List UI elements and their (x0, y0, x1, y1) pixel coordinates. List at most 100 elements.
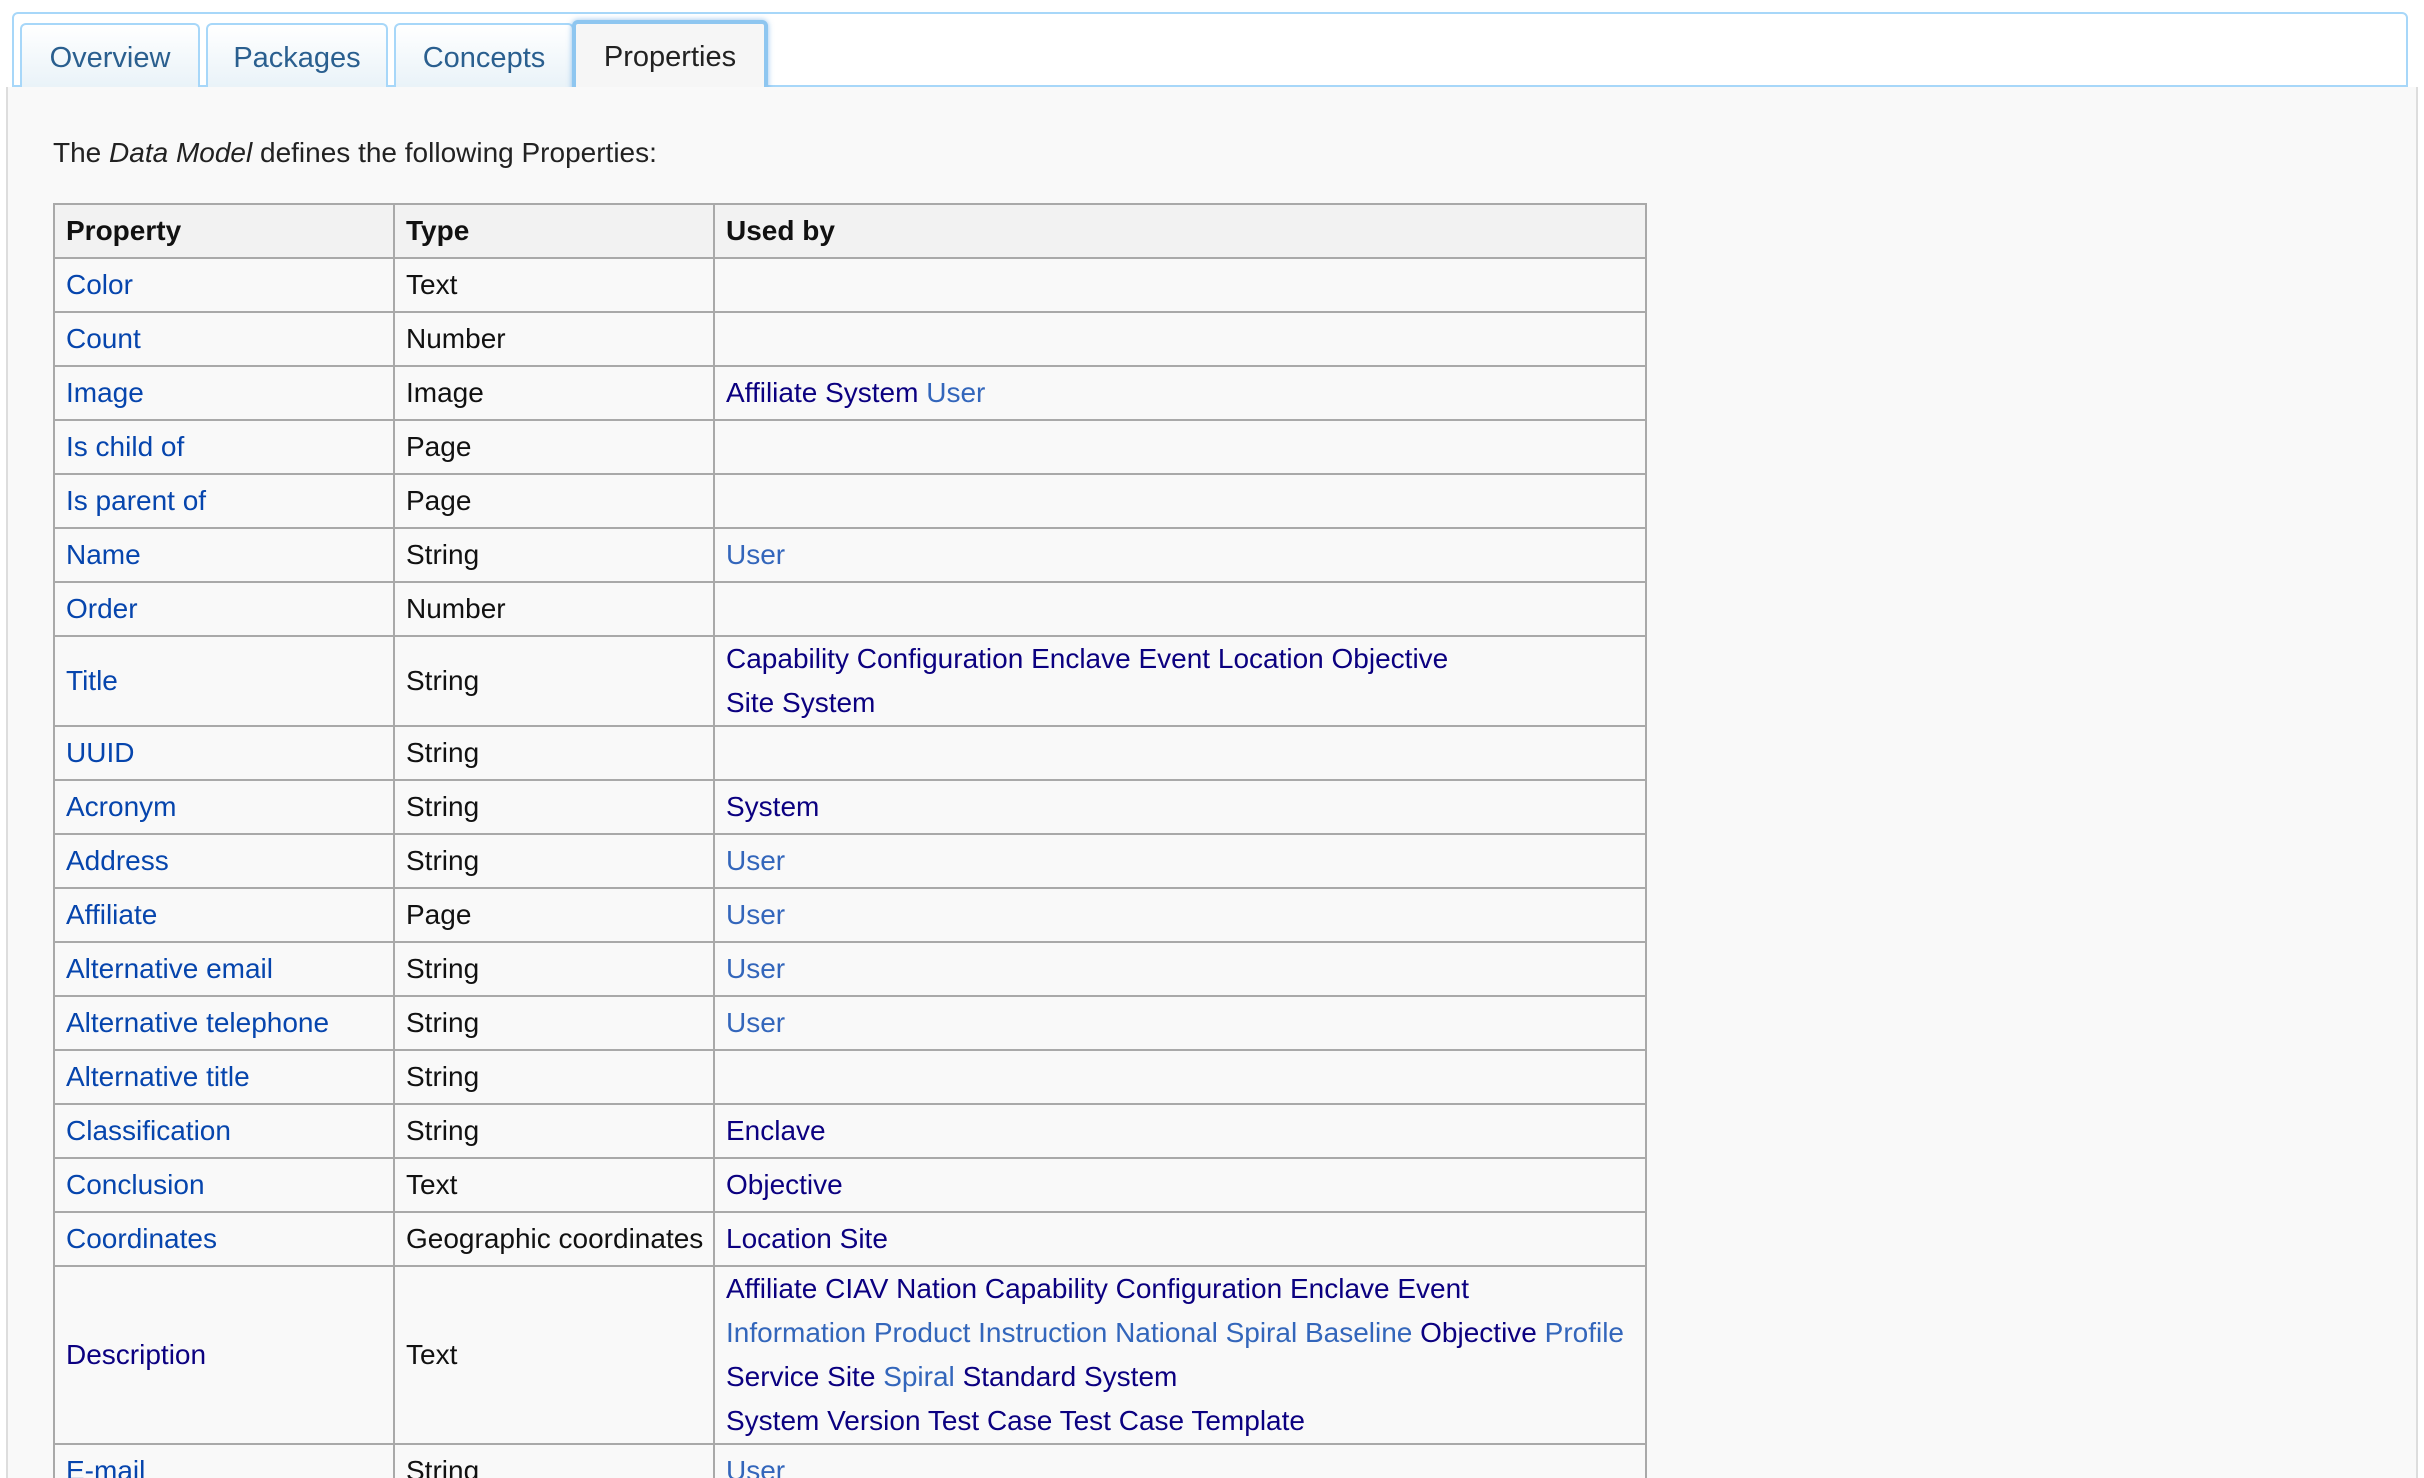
cell-used-by: User (713, 833, 1647, 889)
used-by-link[interactable]: Standard (955, 1361, 1077, 1392)
cell-property: Title (53, 635, 395, 727)
property-link[interactable]: Name (66, 539, 141, 570)
used-by-link[interactable]: Enclave (1282, 1273, 1390, 1304)
property-link[interactable]: Conclusion (66, 1169, 205, 1200)
used-by-link[interactable]: User (726, 1007, 785, 1038)
used-by-link[interactable]: Enclave (1023, 643, 1131, 674)
used-by-link[interactable]: Event (1390, 1273, 1469, 1304)
used-by-link[interactable]: User (918, 377, 985, 408)
table-row: E-mail String User (53, 1443, 1647, 1478)
property-link[interactable]: Alternative title (66, 1061, 250, 1092)
table-header-row: Property Type Used by (53, 203, 1647, 259)
table-row: Address String User (53, 833, 1647, 889)
used-by-link[interactable]: Objective (726, 1169, 843, 1200)
property-link[interactable]: Description (66, 1339, 206, 1370)
property-link[interactable]: Is parent of (66, 485, 206, 516)
used-by-link[interactable]: System Version (726, 1405, 921, 1436)
used-by-link[interactable]: Capability (726, 643, 849, 674)
used-by-link[interactable]: Service (726, 1361, 819, 1392)
used-by-line: User (726, 893, 1634, 937)
used-by-line: Enclave (726, 1109, 1634, 1153)
used-by-link[interactable]: Test Case (921, 1405, 1053, 1436)
cell-used-by: User (713, 941, 1647, 997)
cell-type: String (393, 1103, 715, 1159)
properties-table: Property Type Used by Color Text Count Numb… (53, 203, 1647, 1478)
intro-model: Data Model (109, 137, 253, 168)
used-by-link[interactable]: Site (819, 1361, 875, 1392)
property-link[interactable]: Order (66, 593, 138, 624)
tab-packages[interactable]: Packages (206, 23, 388, 91)
tab-overview[interactable]: Overview (20, 23, 200, 91)
table-row: Image Image Affiliate System User (53, 365, 1647, 421)
property-link[interactable]: Address (66, 845, 169, 876)
used-by-link[interactable]: Information Product (726, 1317, 970, 1348)
table-row: Classification String Enclave (53, 1103, 1647, 1159)
used-by-line: Information Product Instruction National S… (726, 1311, 1634, 1355)
used-by-link[interactable]: Capability (977, 1273, 1108, 1304)
property-link[interactable]: Count (66, 323, 141, 354)
used-by-link[interactable]: Location (726, 1223, 832, 1254)
cell-type: Page (393, 473, 715, 529)
table-body: Color Text Count Number Image Image Affiliate … (53, 257, 1647, 1478)
cell-used-by: User (713, 995, 1647, 1051)
table-row: Acronym String System (53, 779, 1647, 835)
intro-text: The Data Model defines the following Pro… (53, 137, 657, 169)
used-by-link[interactable]: User (726, 899, 785, 930)
used-by-line: User (726, 1449, 1634, 1478)
used-by-line: Affiliate System User (726, 371, 1634, 415)
property-link[interactable]: Is child of (66, 431, 184, 462)
used-by-link[interactable]: Event (1131, 643, 1210, 674)
property-link[interactable]: Image (66, 377, 144, 408)
used-by-link[interactable]: Instruction (970, 1317, 1107, 1348)
used-by-link[interactable]: User (726, 845, 785, 876)
used-by-link[interactable]: Location (1210, 643, 1324, 674)
used-by-link[interactable]: Spiral (875, 1361, 955, 1392)
cell-used-by: Objective (713, 1157, 1647, 1213)
used-by-line: User (726, 839, 1634, 883)
used-by-link[interactable]: Test Case Template (1052, 1405, 1305, 1436)
cell-property: E-mail (53, 1443, 395, 1478)
property-link[interactable]: Title (66, 665, 118, 696)
cell-type: Page (393, 887, 715, 943)
used-by-link[interactable]: Configuration (1108, 1273, 1283, 1304)
property-link[interactable]: Alternative telephone (66, 1007, 329, 1038)
used-by-link[interactable]: User (726, 1455, 785, 1478)
used-by-link[interactable]: Site (726, 687, 774, 718)
cell-used-by: User (713, 887, 1647, 943)
cell-property: Alternative telephone (53, 995, 395, 1051)
used-by-link[interactable]: User (726, 953, 785, 984)
header-property: Property (53, 203, 395, 259)
used-by-link[interactable]: Objective (1324, 643, 1449, 674)
property-link[interactable]: Classification (66, 1115, 231, 1146)
property-link[interactable]: Alternative email (66, 953, 273, 984)
used-by-link[interactable]: Objective (1412, 1317, 1537, 1348)
used-by-link[interactable]: Configuration (849, 643, 1024, 674)
used-by-link[interactable]: Affiliate System (726, 377, 918, 408)
used-by-link[interactable]: CIAV Nation (817, 1273, 977, 1304)
used-by-link[interactable]: System (1076, 1361, 1177, 1392)
cell-used-by (713, 725, 1647, 781)
used-by-link[interactable]: Profile (1537, 1317, 1624, 1348)
header-used-by: Used by (713, 203, 1647, 259)
tab-concepts[interactable]: Concepts (394, 23, 574, 91)
property-link[interactable]: Affiliate (66, 899, 157, 930)
used-by-link[interactable]: Site (832, 1223, 888, 1254)
used-by-link[interactable]: System (774, 687, 875, 718)
cell-used-by: User (713, 527, 1647, 583)
cell-type: String (393, 833, 715, 889)
property-link[interactable]: E-mail (66, 1455, 145, 1478)
cell-property: Affiliate (53, 887, 395, 943)
used-by-link[interactable]: User (726, 539, 785, 570)
cell-used-by: System (713, 779, 1647, 835)
used-by-link[interactable]: Affiliate (726, 1273, 817, 1304)
property-link[interactable]: UUID (66, 737, 134, 768)
cell-type: Text (393, 1265, 715, 1445)
used-by-link[interactable]: System (726, 791, 819, 822)
used-by-line: Location Site (726, 1217, 1634, 1261)
property-link[interactable]: Acronym (66, 791, 176, 822)
property-link[interactable]: Color (66, 269, 133, 300)
used-by-link[interactable]: National Spiral Baseline (1107, 1317, 1412, 1348)
used-by-link[interactable]: Enclave (726, 1115, 826, 1146)
property-link[interactable]: Coordinates (66, 1223, 217, 1254)
tab-properties[interactable]: Properties (572, 20, 768, 94)
